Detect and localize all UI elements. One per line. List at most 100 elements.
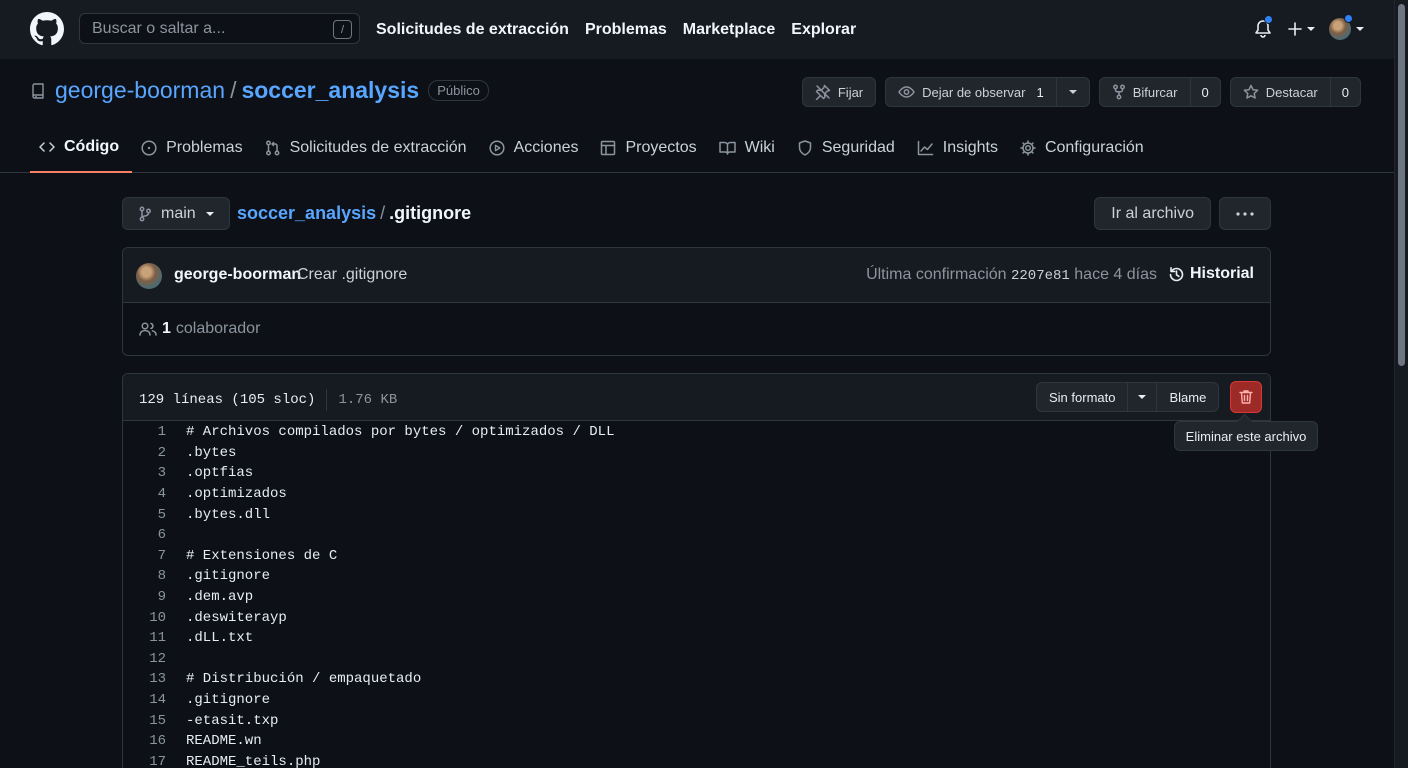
go-to-file-button[interactable]: Ir al archivo <box>1094 197 1211 230</box>
line-number[interactable]: 1 <box>123 424 166 440</box>
search-input[interactable] <box>92 19 322 38</box>
repo-tabs: Código Problemas Solicitudes de extracci… <box>30 123 1157 173</box>
code-line: 17 README_teils.php <box>123 752 1270 768</box>
history-icon <box>1169 266 1184 281</box>
tab-label: Problemas <box>166 139 243 156</box>
tab-label: Código <box>64 138 120 155</box>
repo-name-link[interactable]: soccer_analysis <box>241 77 419 104</box>
file-view-buttons: Sin formato Blame <box>1036 382 1220 412</box>
tab-settings[interactable]: Configuración <box>1011 123 1157 173</box>
line-number[interactable]: 12 <box>123 651 166 667</box>
file-header: 129 líneas (105 sloc) 1.76 KB Sin format… <box>123 374 1270 421</box>
status-dot <box>1344 14 1353 23</box>
tab-code[interactable]: Código <box>30 123 133 173</box>
pin-button[interactable]: Fijar <box>801 77 877 107</box>
more-options-button[interactable] <box>1219 197 1271 230</box>
breadcrumb: soccer_analysis / .gitignore <box>237 203 471 224</box>
line-number[interactable]: 17 <box>123 754 166 768</box>
contributors-row[interactable]: 1 colaborador <box>139 320 260 338</box>
repo-owner-link[interactable]: george-boorman <box>55 77 225 104</box>
star-button[interactable]: Destacar 0 <box>1229 77 1361 107</box>
file-info: 129 líneas (105 sloc) 1.76 KB <box>139 389 397 411</box>
code-line: 14 .gitignore <box>123 690 1270 711</box>
line-number[interactable]: 13 <box>123 671 166 687</box>
breadcrumb-repo-link[interactable]: soccer_analysis <box>237 203 376 223</box>
last-commit-info: Última confirmación 2207e81 hace 4 días <box>866 266 1157 284</box>
tab-label: Configuración <box>1044 139 1144 156</box>
tab-label: Insights <box>942 139 998 156</box>
user-menu[interactable] <box>1329 14 1364 40</box>
line-number[interactable]: 2 <box>123 445 166 461</box>
author-avatar[interactable] <box>136 263 162 289</box>
line-content: .bytes.dll <box>186 506 271 523</box>
line-content: .gitignore <box>186 568 271 585</box>
blame-button[interactable]: Blame <box>1157 383 1218 411</box>
shield-icon <box>798 140 812 156</box>
github-logo-icon[interactable] <box>30 12 64 46</box>
line-number[interactable]: 8 <box>123 568 166 584</box>
commit-message-link[interactable]: Crear .gitignore <box>297 266 407 284</box>
line-number[interactable]: 7 <box>123 548 166 564</box>
notifications-bell-icon[interactable] <box>1254 15 1274 39</box>
code-line: 10 .deswiterayp <box>123 607 1270 628</box>
history-link[interactable]: Historial <box>1168 265 1254 283</box>
code-line: 1 # Archivos compilados por bytes / optim… <box>123 422 1270 443</box>
line-number[interactable]: 15 <box>123 713 166 729</box>
graph-icon <box>917 140 934 156</box>
repo-icon <box>30 83 46 99</box>
page-scrollbar[interactable] <box>1394 0 1408 768</box>
code-icon <box>39 142 55 152</box>
tab-wiki[interactable]: Wiki <box>710 123 788 173</box>
unwatch-label: Dejar de observar <box>922 84 1026 100</box>
line-number[interactable]: 4 <box>123 486 166 502</box>
tab-insights[interactable]: Insights <box>908 123 1011 173</box>
pull-request-icon <box>265 140 280 156</box>
line-number[interactable]: 14 <box>123 692 166 708</box>
nav-explore[interactable]: Explorar <box>791 21 856 39</box>
line-number[interactable]: 16 <box>123 733 166 749</box>
people-icon <box>139 322 157 336</box>
tab-pull-requests[interactable]: Solicitudes de extracción <box>256 123 480 173</box>
scrollbar-thumb[interactable] <box>1398 4 1405 366</box>
watch-options-dropdown[interactable] <box>1055 78 1089 106</box>
go-to-file-label: Ir al archivo <box>1111 204 1194 222</box>
line-number[interactable]: 9 <box>123 589 166 605</box>
line-number[interactable]: 5 <box>123 507 166 523</box>
line-number[interactable]: 11 <box>123 630 166 646</box>
tab-label: Acciones <box>513 139 579 156</box>
unwatch-button[interactable]: Dejar de observar 1 <box>885 77 1090 107</box>
code-line: 8 .gitignore <box>123 566 1270 587</box>
nav-pull-requests[interactable]: Solicitudes de extracción <box>376 21 569 39</box>
line-number[interactable]: 3 <box>123 465 166 481</box>
search-box[interactable]: / <box>79 13 360 44</box>
delete-file-button[interactable] <box>1230 381 1262 413</box>
code-line: 12 <box>123 649 1270 670</box>
raw-options-dropdown[interactable] <box>1127 383 1158 411</box>
commit-sha-link[interactable]: 2207e81 <box>1011 268 1070 284</box>
chevron-down-icon <box>1138 395 1147 399</box>
commit-author-link[interactable]: george-boorman <box>174 266 301 284</box>
header-actions <box>1254 14 1364 44</box>
nav-issues[interactable]: Problemas <box>585 21 667 39</box>
tab-projects[interactable]: Proyectos <box>591 123 709 173</box>
raw-button[interactable]: Sin formato <box>1037 383 1127 411</box>
fork-label: Bifurcar <box>1132 84 1178 100</box>
chevron-down-icon <box>1307 27 1315 31</box>
branch-name: main <box>161 204 196 222</box>
branch-selector[interactable]: main <box>122 197 230 230</box>
line-number[interactable]: 10 <box>123 610 166 626</box>
code-view: 1 # Archivos compilados por bytes / optim… <box>123 422 1270 768</box>
tab-issues[interactable]: Problemas <box>132 123 255 173</box>
create-new-menu[interactable] <box>1288 22 1315 36</box>
code-line: 11 .dLL.txt <box>123 628 1270 649</box>
breadcrumb-separator: / <box>380 203 386 223</box>
line-content: .optfias <box>186 465 254 482</box>
line-number[interactable]: 6 <box>123 527 166 543</box>
nav-marketplace[interactable]: Marketplace <box>683 21 776 39</box>
line-content: .optimizados <box>186 486 287 503</box>
tab-security[interactable]: Seguridad <box>788 123 908 173</box>
fork-button[interactable]: Bifurcar 0 <box>1098 77 1221 107</box>
tab-actions[interactable]: Acciones <box>480 123 592 173</box>
branch-icon <box>139 206 151 221</box>
latest-commit-row: george-boorman Crear .gitignore Última c… <box>123 248 1270 303</box>
